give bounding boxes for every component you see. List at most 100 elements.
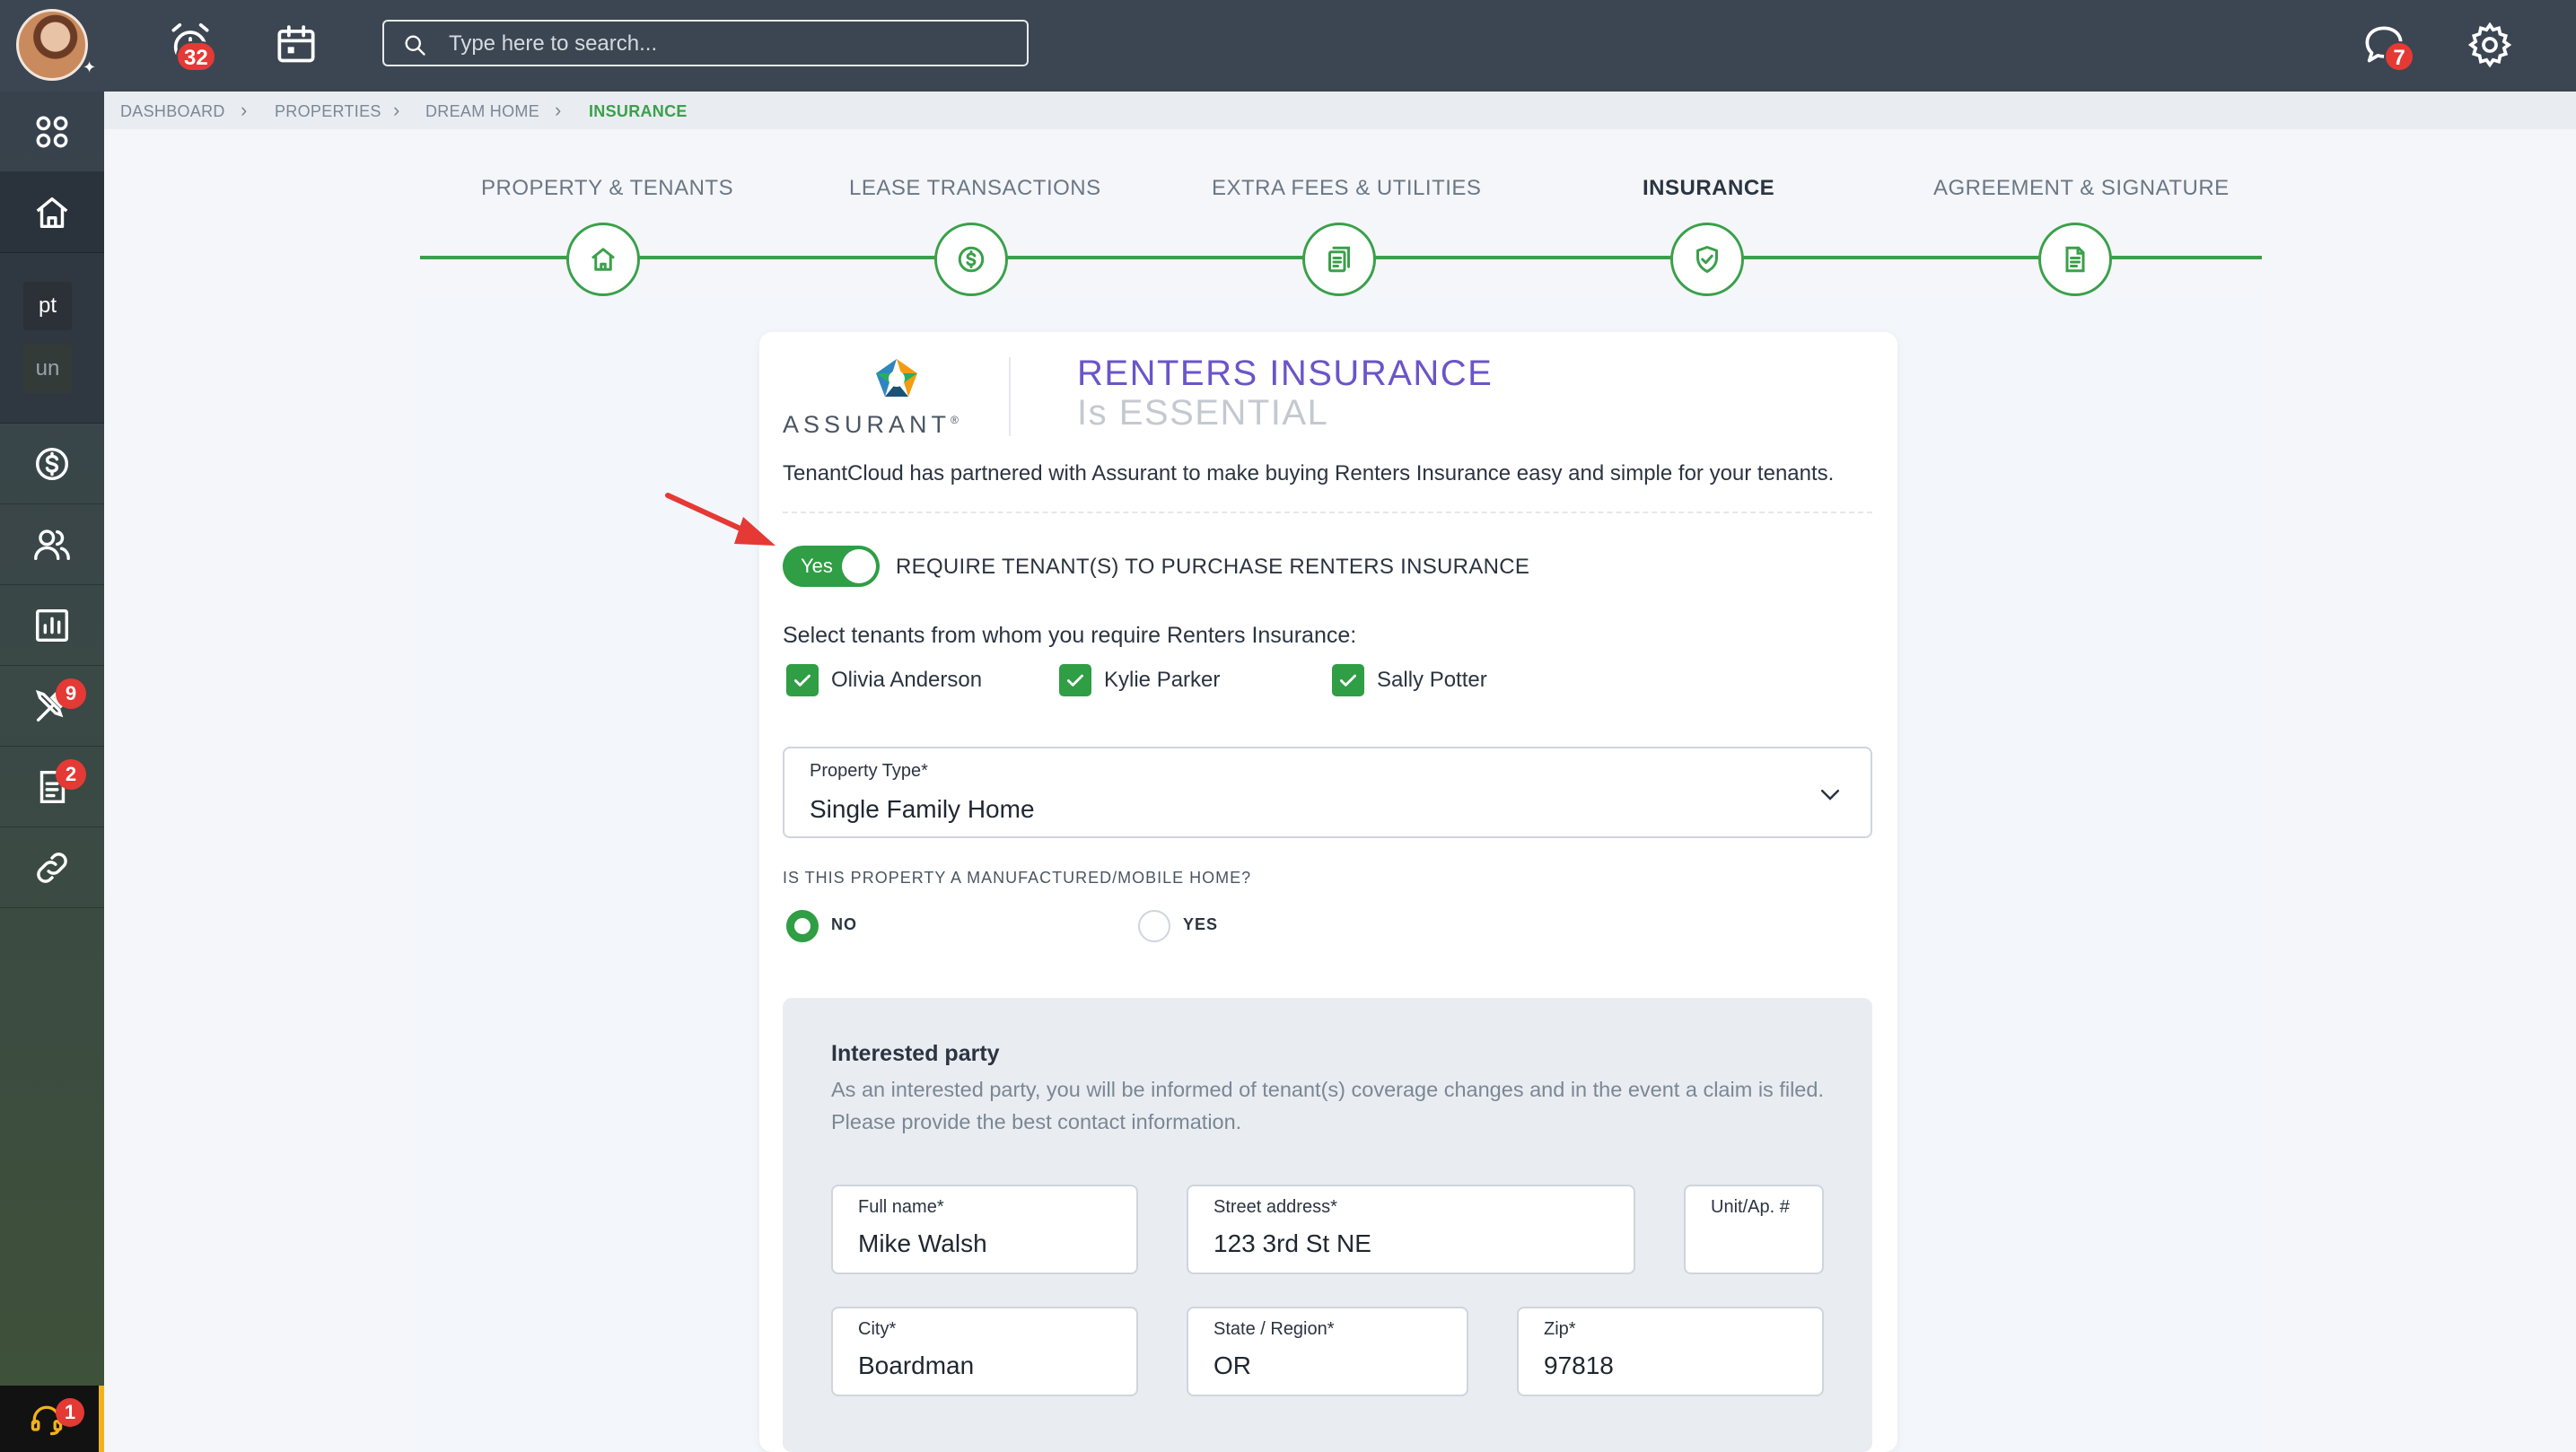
manufactured-yes-radio[interactable] (1138, 910, 1170, 942)
chevron-right-icon: › (241, 99, 248, 121)
home-icon (36, 197, 68, 228)
check-icon (1067, 674, 1083, 687)
tenant-label-olivia[interactable]: Olivia Anderson (831, 668, 982, 693)
property-type-label: Property Type* (810, 761, 928, 781)
unit-label: Unit/Ap. # (1711, 1197, 1790, 1217)
full-name-field[interactable]: Full name* (831, 1185, 1138, 1274)
apps-grid-icon (36, 116, 68, 147)
zip-input[interactable] (1544, 1351, 1811, 1380)
receipt-icon (1328, 246, 1350, 273)
support-button[interactable]: 1 (0, 1386, 104, 1452)
sidebar-item-users[interactable] (0, 504, 104, 585)
messages-badge: 7 (2384, 41, 2414, 72)
tenant-label-kylie[interactable]: Kylie Parker (1104, 668, 1220, 693)
tenant-checkbox-sally[interactable] (1332, 664, 1364, 696)
document-icon (2065, 246, 2085, 273)
home-icon (591, 248, 615, 271)
require-insurance-label: REQUIRE TENANT(S) TO PURCHASE RENTERS IN… (896, 555, 1530, 579)
city-label: City* (858, 1319, 897, 1339)
documents-badge: 2 (56, 759, 86, 790)
breadcrumb-dream-home[interactable]: DREAM HOME (425, 102, 539, 121)
top-bar: ✦ 32 7 (0, 0, 2576, 92)
tenant-checkbox-olivia[interactable] (786, 664, 819, 696)
chevron-right-icon: › (393, 99, 400, 121)
check-icon (1340, 674, 1356, 687)
insurance-intro: TenantCloud has partnered with Assurant … (783, 461, 1835, 485)
step-circle-insurance[interactable] (1670, 223, 1744, 296)
step-circle-agreement[interactable] (2038, 223, 2112, 296)
gear-icon[interactable] (2465, 20, 2515, 70)
maintenance-badge: 9 (56, 678, 86, 709)
users-icon (34, 529, 70, 560)
breadcrumb-properties[interactable]: PROPERTIES (275, 102, 381, 121)
calendar-icon[interactable] (271, 20, 321, 70)
step-insurance[interactable]: INSURANCE (1643, 176, 1774, 201)
interested-party-title: Interested party (831, 1041, 1000, 1066)
sidebar-chip-pt[interactable]: pt (23, 282, 72, 330)
user-avatar[interactable] (16, 9, 88, 81)
state-label: State / Region* (1214, 1319, 1335, 1339)
city-input[interactable] (858, 1351, 1126, 1380)
insurance-title: RENTERS INSURANCE (1077, 354, 1494, 393)
sidebar-item-payments[interactable] (0, 424, 104, 504)
sidebar-item-links[interactable] (0, 827, 104, 908)
city-field[interactable]: City* (831, 1307, 1138, 1396)
step-property-tenants[interactable]: PROPERTY & TENANTS (481, 176, 733, 201)
red-arrow-icon (665, 493, 775, 546)
assurant-logo-icon (876, 359, 917, 397)
search-icon (405, 35, 425, 56)
full-name-input[interactable] (858, 1229, 1126, 1258)
zip-label: Zip* (1544, 1319, 1576, 1339)
street-address-input[interactable] (1214, 1229, 1623, 1258)
interested-party-description: As an interested party, you will be info… (831, 1078, 1824, 1133)
select-tenants-label: Select tenants from whom you require Ren… (783, 623, 1357, 648)
sidebar-item-reports[interactable] (0, 585, 104, 666)
step-circle-fees[interactable] (1302, 223, 1376, 296)
street-address-field[interactable]: Street address* (1187, 1185, 1635, 1274)
support-badge: 1 (56, 1398, 84, 1427)
divider (783, 512, 1872, 513)
step-circle-property[interactable] (566, 223, 640, 296)
state-field[interactable]: State / Region* (1187, 1307, 1468, 1396)
dollar-icon (958, 246, 985, 273)
unit-input[interactable] (1711, 1229, 1811, 1258)
manufactured-home-question: IS THIS PROPERTY A MANUFACTURED/MOBILE H… (783, 869, 1252, 887)
unit-field[interactable]: Unit/Ap. # (1684, 1185, 1824, 1274)
step-lease-transactions[interactable]: LEASE TRANSACTIONS (849, 176, 1101, 201)
search-bar[interactable] (382, 20, 1029, 66)
manufactured-yes-label[interactable]: YES (1183, 915, 1218, 934)
property-type-select[interactable]: Property Type* Single Family Home (783, 747, 1872, 838)
tenant-label-sally[interactable]: Sally Potter (1377, 668, 1487, 693)
tenant-checkbox-kylie[interactable] (1059, 664, 1091, 696)
require-insurance-toggle[interactable]: Yes (783, 546, 880, 587)
notifications-badge: 32 (176, 41, 216, 72)
logo-divider (1009, 357, 1011, 436)
breadcrumb-insurance: INSURANCE (589, 102, 688, 120)
sidebar-item-properties[interactable] (0, 172, 104, 253)
sidebar-item-documents[interactable] (0, 747, 104, 827)
assurant-brand-text: ASSURANT (783, 411, 951, 438)
breadcrumb-dashboard[interactable]: DASHBOARD (120, 102, 225, 121)
dollar-circle-icon (35, 447, 69, 480)
step-extra-fees-utilities[interactable]: EXTRA FEES & UTILITIES (1212, 176, 1481, 201)
zip-field[interactable]: Zip* (1517, 1307, 1824, 1396)
chevron-right-icon: › (555, 99, 562, 121)
check-icon (794, 674, 810, 687)
brand-mark: ® (951, 414, 959, 426)
sidebar-chip-un[interactable]: un (23, 345, 72, 393)
search-input[interactable] (449, 27, 1005, 61)
toggle-label: Yes (801, 555, 833, 577)
sidebar-properties-submenu (0, 253, 104, 424)
manufactured-no-label[interactable]: NO (831, 915, 857, 934)
sidebar: pt un 9 2 (0, 92, 104, 1452)
sidebar-item-maintenance[interactable] (0, 666, 104, 747)
manufactured-no-radio[interactable] (786, 910, 819, 942)
state-input[interactable] (1214, 1351, 1456, 1380)
step-agreement-signature[interactable]: AGREEMENT & SIGNATURE (1933, 176, 2230, 201)
sidebar-item-apps[interactable] (0, 92, 104, 172)
street-address-label: Street address* (1214, 1197, 1337, 1217)
link-icon (37, 852, 67, 883)
step-circle-lease[interactable] (934, 223, 1008, 296)
pin-icon: ✦ (83, 58, 97, 76)
bar-chart-icon (35, 608, 69, 642)
